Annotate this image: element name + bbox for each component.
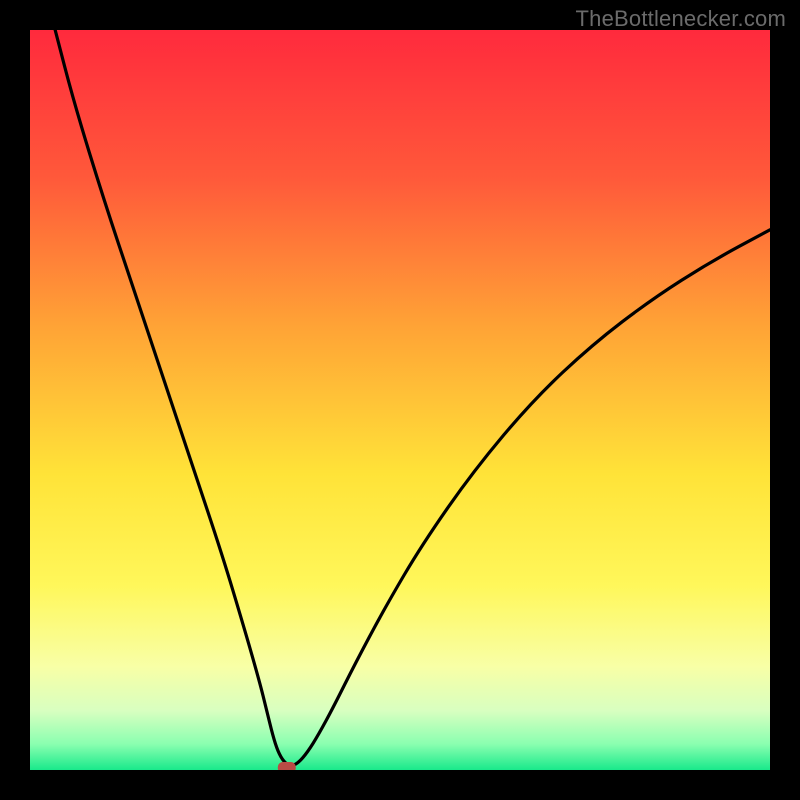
plot-area [30,30,770,770]
optimal-marker [278,762,296,770]
chart-frame: TheBottlenecker.com [0,0,800,800]
chart-svg [30,30,770,770]
watermark-text: TheBottlenecker.com [576,6,786,32]
gradient-background [30,30,770,770]
